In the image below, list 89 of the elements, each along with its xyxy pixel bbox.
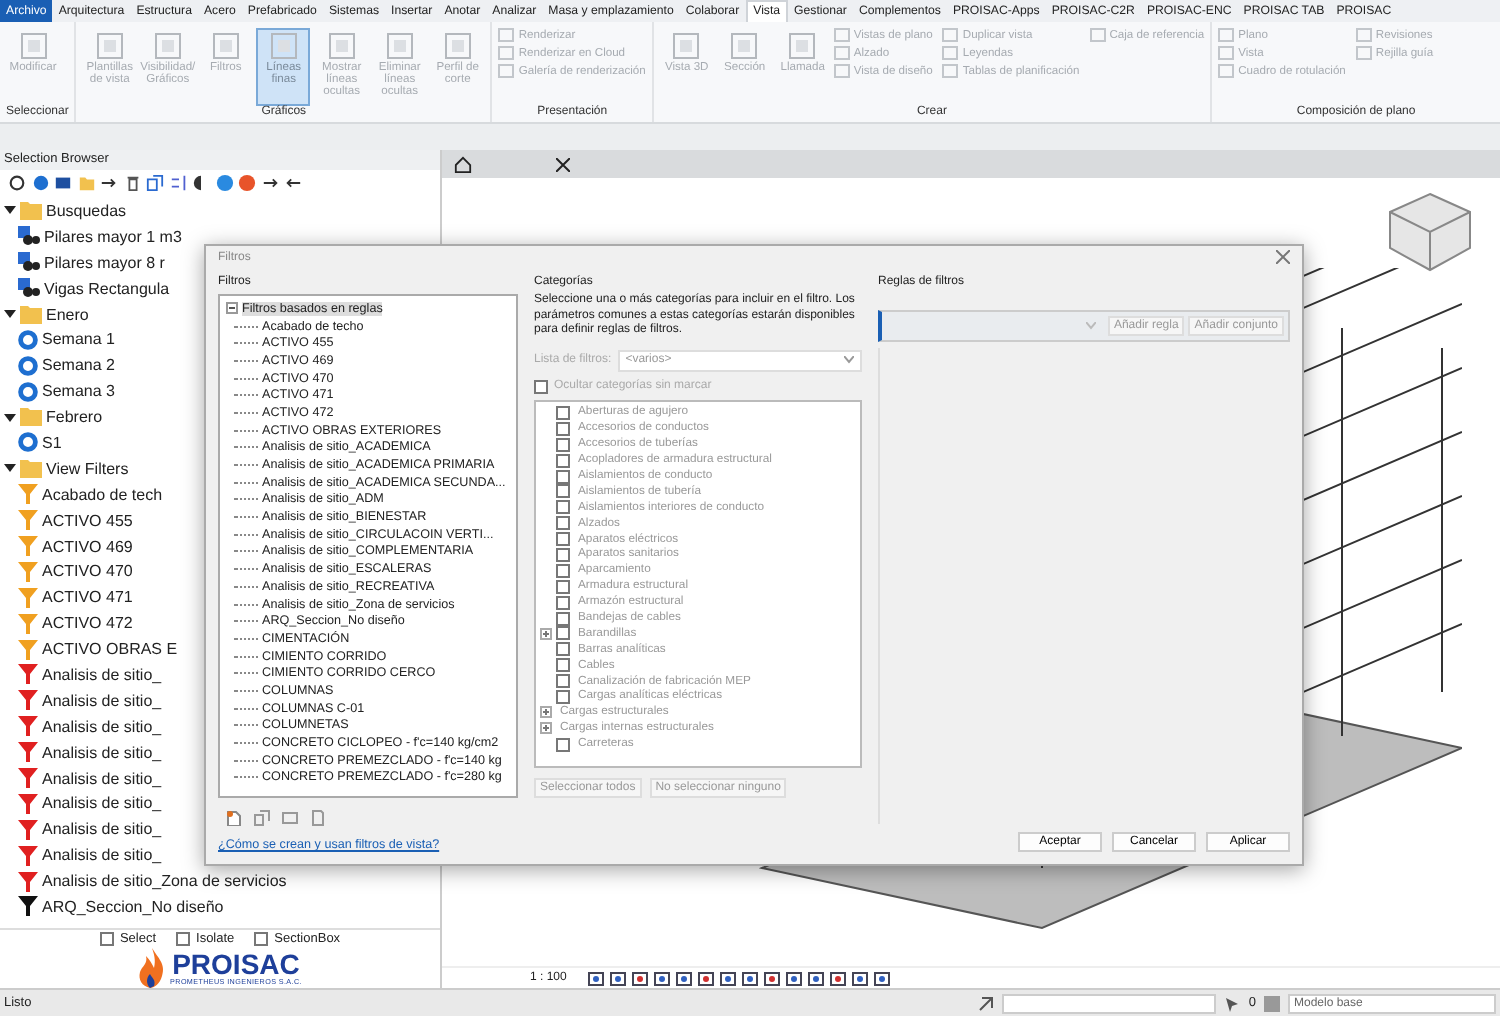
arrow-icon[interactable]: [261, 173, 279, 191]
tree-item[interactable]: Semana 1: [0, 326, 115, 353]
tree-item[interactable]: Analisis de sitio_: [0, 765, 162, 791]
tool-icon: [786, 32, 819, 60]
expand-icon[interactable]: [540, 627, 552, 640]
view-control-icon[interactable]: [808, 971, 825, 985]
tree-item[interactable]: Analisis de sitio_: [0, 790, 162, 817]
collapse-icon[interactable]: [226, 302, 238, 315]
new-document-icon[interactable]: [226, 810, 242, 826]
tree-item[interactable]: ACTIVO 469: [0, 533, 133, 559]
tree-item[interactable]: ARQ_Seccion_No diseño: [0, 894, 224, 920]
ring-icon: [18, 355, 38, 376]
caret-icon[interactable]: [4, 204, 16, 217]
view-control-icon[interactable]: [786, 971, 803, 985]
pointer-icon[interactable]: [1224, 995, 1241, 1011]
sort-icon[interactable]: [169, 173, 187, 191]
tree-item[interactable]: Acabado de tech: [0, 481, 163, 508]
tree-group[interactable]: Busquedas: [0, 198, 127, 224]
view-control-icon[interactable]: [610, 971, 627, 985]
tree-item[interactable]: Semana 2: [0, 352, 115, 379]
circle-icon[interactable]: [31, 173, 49, 191]
link-icon[interactable]: [978, 995, 995, 1011]
flame-icon: [138, 947, 167, 987]
folder-icon: [20, 305, 42, 323]
tree-item[interactable]: Analisis de sitio_: [0, 816, 162, 843]
caret-icon: [1085, 322, 1096, 330]
tool-icon: [151, 32, 184, 60]
tree-item[interactable]: Pilares mayor 1 m3: [0, 223, 182, 250]
logo-text: PROISAC: [172, 949, 300, 977]
tool-icon: [383, 32, 416, 60]
tree-item[interactable]: Analisis de sitio_: [0, 662, 162, 688]
view-control-icon[interactable]: [764, 971, 781, 985]
ring-icon: [18, 381, 38, 402]
tree-item[interactable]: ACTIVO 471: [0, 584, 133, 611]
ring-icon: [18, 432, 38, 453]
tool-icon: [267, 32, 300, 60]
folder-icon: [20, 459, 42, 478]
caret-icon[interactable]: [4, 308, 16, 320]
tree-item[interactable]: Analisis de sitio_: [0, 739, 162, 766]
tree-group[interactable]: Enero: [0, 301, 89, 327]
tree-item[interactable]: Analisis de sitio_: [0, 713, 162, 740]
view-control-icon[interactable]: [698, 971, 715, 985]
arrow-icon[interactable]: [100, 173, 118, 191]
view-control-icon[interactable]: [676, 971, 693, 985]
tree-item[interactable]: Analisis de sitio_Zona de servicios: [0, 868, 287, 895]
copy-icon[interactable]: [146, 173, 164, 191]
house-icon[interactable]: [454, 155, 472, 173]
tool-icon: [209, 32, 242, 60]
view-control-icon[interactable]: [632, 971, 649, 985]
view-control-icon[interactable]: [742, 971, 759, 985]
view-control-icon[interactable]: [654, 971, 671, 985]
tree-group[interactable]: View Filters: [0, 455, 129, 482]
expand-icon[interactable]: [540, 722, 552, 735]
tree-item[interactable]: Semana 3: [0, 378, 115, 405]
circle-icon[interactable]: [215, 173, 233, 191]
caret-icon: [844, 356, 854, 364]
trash-icon[interactable]: [123, 173, 141, 191]
ring-icon: [18, 329, 38, 350]
expand-icon[interactable]: [540, 706, 552, 719]
tree-item[interactable]: ACTIVO OBRAS E: [0, 636, 178, 663]
tree-item[interactable]: ACTIVO 455: [0, 507, 133, 534]
folder-icon: [20, 201, 42, 220]
tree-item[interactable]: Analisis de sitio_: [0, 687, 162, 714]
tree-item[interactable]: ACTIVO 472: [0, 610, 133, 637]
close-icon[interactable]: [556, 157, 570, 171]
tree-item[interactable]: Pilares mayor 8 r: [0, 249, 165, 276]
tool-icon: [441, 32, 474, 60]
tree-item[interactable]: S1: [0, 430, 62, 456]
view-control-icon[interactable]: [874, 971, 891, 985]
input-field[interactable]: [1002, 993, 1217, 1013]
tree-item[interactable]: Vigas Rectangula: [0, 275, 170, 302]
circle-icon[interactable]: [238, 173, 256, 191]
tool-icon: [728, 32, 761, 60]
caret-icon[interactable]: [4, 462, 16, 475]
tree-item[interactable]: ACTIVO 470: [0, 558, 133, 585]
tool-icon: [325, 32, 358, 60]
folder-icon: [20, 408, 42, 427]
view-control-icon[interactable]: [720, 971, 737, 985]
view-control-icon[interactable]: [588, 971, 605, 985]
refresh-icon[interactable]: [8, 173, 26, 191]
arrow-icon[interactable]: [284, 173, 302, 191]
view-control-icon[interactable]: [830, 971, 847, 985]
tree-group[interactable]: Febrero: [0, 404, 103, 431]
caret-icon[interactable]: [4, 411, 16, 424]
tool-icon: [93, 32, 126, 60]
tool-icon: [670, 32, 703, 60]
view-control-icon[interactable]: [852, 971, 869, 985]
tool-icon: [17, 32, 49, 60]
tree-item[interactable]: Analisis de sitio_: [0, 842, 162, 869]
